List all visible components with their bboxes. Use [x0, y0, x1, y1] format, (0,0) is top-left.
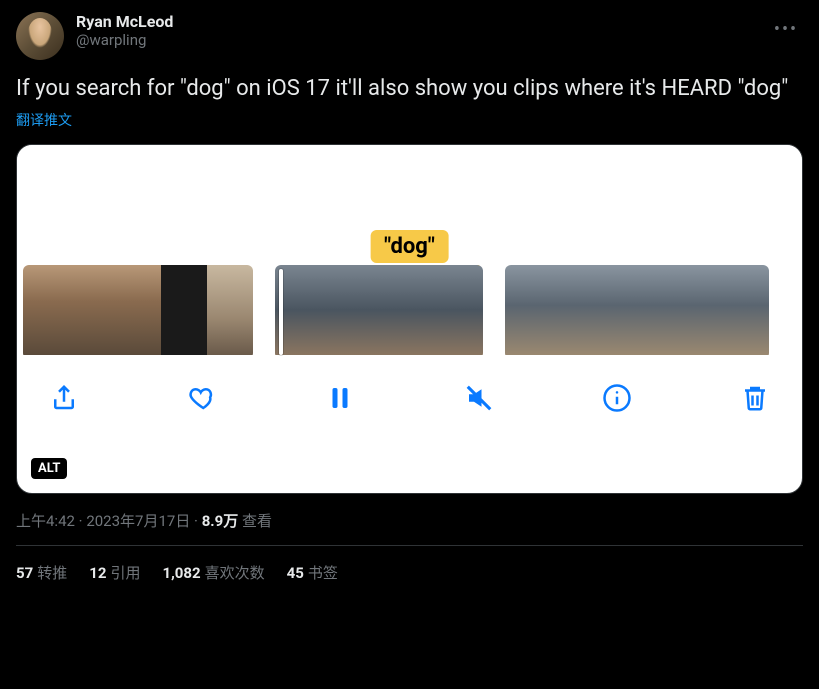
video-frame — [327, 265, 379, 355]
tweet-stats: 57转推 12引用 1,082喜欢次数 45书签 — [16, 546, 803, 583]
retweets-stat[interactable]: 57转推 — [16, 562, 67, 583]
trash-icon[interactable] — [738, 381, 772, 415]
video-frame — [725, 265, 769, 355]
views-count: 8.9万 — [202, 512, 239, 530]
more-icon[interactable]: ••• — [769, 12, 803, 46]
video-frame — [69, 265, 115, 355]
tweet-header: Ryan McLeod @warpling ••• — [16, 12, 803, 60]
media-toolbar — [17, 359, 802, 431]
likes-stat[interactable]: 1,082喜欢次数 — [162, 562, 264, 583]
tweet-container: Ryan McLeod @warpling ••• If you search … — [0, 0, 819, 595]
bookmarks-stat[interactable]: 45书签 — [287, 562, 338, 583]
views-label: 查看 — [238, 512, 272, 530]
avatar[interactable] — [16, 12, 64, 60]
video-frame — [593, 265, 637, 355]
video-frame — [115, 265, 161, 355]
timestamp-time[interactable]: 上午4:42 — [16, 512, 75, 530]
tweet-text: If you search for "dog" on iOS 17 it'll … — [16, 74, 803, 104]
quotes-stat[interactable]: 12引用 — [89, 562, 140, 583]
clip-group[interactable] — [23, 265, 253, 359]
pause-icon[interactable] — [323, 381, 357, 415]
tweet-meta: 上午4:42 · 2023年7月17日 · 8.9万 查看 — [16, 510, 803, 546]
alt-badge[interactable]: ALT — [31, 458, 67, 479]
share-icon[interactable] — [47, 381, 81, 415]
video-frame — [207, 265, 253, 355]
timestamp-date[interactable]: 2023年7月17日 — [86, 512, 190, 530]
media-top: "dog" — [17, 145, 802, 265]
video-frame — [161, 265, 207, 355]
video-frame — [431, 265, 483, 355]
clip-group-active[interactable] — [275, 265, 483, 359]
video-frame — [681, 265, 725, 355]
video-frame — [549, 265, 593, 355]
video-timeline[interactable] — [17, 265, 802, 359]
video-frame — [23, 265, 69, 355]
info-icon[interactable] — [600, 381, 634, 415]
clip-group[interactable] — [505, 265, 769, 359]
video-frame — [637, 265, 681, 355]
heart-icon[interactable] — [185, 381, 219, 415]
search-term-highlight: "dog" — [370, 230, 449, 263]
video-frame — [275, 265, 327, 355]
media-card[interactable]: "dog" — [16, 144, 803, 494]
video-frame — [379, 265, 431, 355]
username: @warpling — [76, 31, 173, 49]
mute-icon[interactable] — [462, 381, 496, 415]
display-name: Ryan McLeod — [76, 12, 173, 31]
translate-link[interactable]: 翻译推文 — [16, 110, 72, 130]
video-frame — [505, 265, 549, 355]
author-names[interactable]: Ryan McLeod @warpling — [76, 12, 173, 49]
